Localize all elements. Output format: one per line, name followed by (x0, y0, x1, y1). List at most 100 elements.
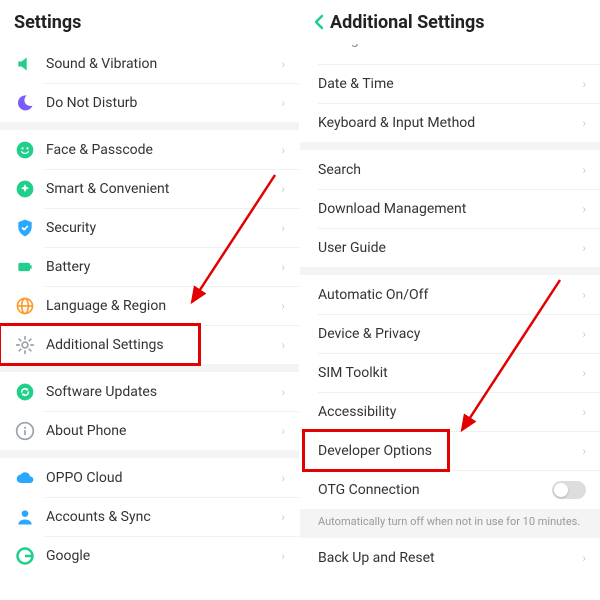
settings-item-download[interactable]: Download Management› (300, 189, 600, 228)
settings-item-label: Download Management (318, 201, 582, 217)
toggle-otg[interactable] (552, 481, 586, 499)
settings-item-battery[interactable]: Battery› (0, 247, 299, 286)
hint-text: Automatically turn off when not in use f… (300, 509, 600, 538)
settings-item-dnd[interactable]: Do Not Disturb› (0, 83, 299, 122)
chevron-right-icon: › (281, 338, 285, 352)
speaker-icon (14, 53, 36, 75)
additional-list: Storage›Date & Time›Keyboard & Input Met… (300, 44, 600, 577)
settings-item-keyboard[interactable]: Keyboard & Input Method› (300, 103, 600, 142)
settings-item-sound[interactable]: Sound & Vibration› (0, 44, 299, 83)
settings-item-search[interactable]: Search› (300, 150, 600, 189)
settings-item-cloud[interactable]: OPPO Cloud› (0, 458, 299, 497)
settings-item-google[interactable]: Google› (0, 536, 299, 575)
chevron-right-icon: › (281, 221, 285, 235)
chevron-right-icon: › (582, 405, 586, 419)
settings-item-additional[interactable]: Additional Settings› (0, 325, 299, 364)
settings-item-otg[interactable]: OTG Connection (300, 470, 600, 509)
settings-item-privacy[interactable]: Device & Privacy› (300, 314, 600, 353)
settings-item-guide[interactable]: User Guide› (300, 228, 600, 267)
settings-item-label: Google (46, 548, 281, 564)
additional-settings-pane: Additional Settings Storage›Date & Time›… (300, 0, 600, 600)
divider (300, 267, 600, 275)
divider (0, 364, 299, 372)
chevron-right-icon: › (281, 182, 285, 196)
settings-item-face[interactable]: Face & Passcode› (0, 130, 299, 169)
settings-item-label: Face & Passcode (46, 142, 281, 158)
google-g-icon (14, 545, 36, 567)
globe-icon (14, 295, 36, 317)
info-icon (14, 420, 36, 442)
smile-circle-icon (14, 139, 36, 161)
settings-item-label: Automatic On/Off (318, 287, 582, 303)
settings-list: Sound & Vibration›Do Not Disturb›Face & … (0, 44, 299, 575)
settings-item-backup[interactable]: Back Up and Reset› (300, 538, 600, 577)
spark-circle-icon (14, 178, 36, 200)
settings-item-lang[interactable]: Language & Region› (0, 286, 299, 325)
settings-item-label: Smart & Convenient (46, 181, 281, 197)
settings-item-label: Date & Time (318, 76, 582, 92)
settings-item-date[interactable]: Date & Time› (300, 64, 600, 103)
chevron-right-icon: › (281, 549, 285, 563)
settings-item-label: Security (46, 220, 281, 236)
chevron-right-icon: › (281, 424, 285, 438)
additional-title: Additional Settings (330, 12, 484, 33)
back-icon[interactable] (314, 14, 324, 30)
gear-icon (14, 334, 36, 356)
settings-item-label: Do Not Disturb (46, 95, 281, 111)
chevron-right-icon: › (281, 471, 285, 485)
chevron-right-icon: › (582, 163, 586, 177)
settings-item-label: SIM Toolkit (318, 365, 582, 381)
chevron-right-icon: › (582, 444, 586, 458)
divider (0, 122, 299, 130)
user-icon (14, 506, 36, 528)
chevron-right-icon: › (281, 96, 285, 110)
settings-item-about[interactable]: About Phone› (0, 411, 299, 450)
chevron-right-icon: › (582, 44, 586, 48)
chevron-right-icon: › (281, 510, 285, 524)
settings-item-label: Accounts & Sync (46, 509, 281, 525)
settings-item-developer[interactable]: Developer Options› (300, 431, 600, 470)
chevron-right-icon: › (281, 385, 285, 399)
battery-icon (14, 256, 36, 278)
moon-icon (14, 92, 36, 114)
settings-item-label: Software Updates (46, 384, 281, 400)
chevron-right-icon: › (582, 366, 586, 380)
refresh-circle-icon (14, 381, 36, 403)
settings-item-label: Storage (318, 44, 582, 48)
settings-item-label: Additional Settings (46, 337, 281, 353)
chevron-right-icon: › (582, 551, 586, 565)
settings-item-smart[interactable]: Smart & Convenient› (0, 169, 299, 208)
settings-item-accounts[interactable]: Accounts & Sync› (0, 497, 299, 536)
chevron-right-icon: › (582, 116, 586, 130)
chevron-right-icon: › (281, 57, 285, 71)
settings-item-storage[interactable]: Storage› (300, 44, 600, 64)
settings-title: Settings (14, 12, 81, 33)
shield-icon (14, 217, 36, 239)
chevron-right-icon: › (582, 77, 586, 91)
settings-item-label: Device & Privacy (318, 326, 582, 342)
settings-item-label: OTG Connection (318, 482, 552, 498)
settings-item-security[interactable]: Security› (0, 208, 299, 247)
settings-header: Settings (0, 0, 299, 44)
settings-item-label: Sound & Vibration (46, 56, 281, 72)
settings-item-label: Search (318, 162, 582, 178)
settings-item-label: Accessibility (318, 404, 582, 420)
settings-item-updates[interactable]: Software Updates› (0, 372, 299, 411)
divider (300, 142, 600, 150)
settings-item-label: User Guide (318, 240, 582, 256)
settings-item-label: About Phone (46, 423, 281, 439)
additional-header: Additional Settings (300, 0, 600, 44)
chevron-right-icon: › (281, 143, 285, 157)
cloud-icon (14, 467, 36, 489)
chevron-right-icon: › (582, 241, 586, 255)
settings-item-accessibility[interactable]: Accessibility› (300, 392, 600, 431)
settings-item-label: OPPO Cloud (46, 470, 281, 486)
settings-pane: Settings Sound & Vibration›Do Not Distur… (0, 0, 300, 600)
settings-item-sim[interactable]: SIM Toolkit› (300, 353, 600, 392)
settings-item-auto-onoff[interactable]: Automatic On/Off› (300, 275, 600, 314)
chevron-right-icon: › (582, 202, 586, 216)
chevron-right-icon: › (582, 288, 586, 302)
chevron-right-icon: › (281, 299, 285, 313)
settings-item-label: Developer Options (318, 443, 582, 459)
settings-item-label: Battery (46, 259, 281, 275)
